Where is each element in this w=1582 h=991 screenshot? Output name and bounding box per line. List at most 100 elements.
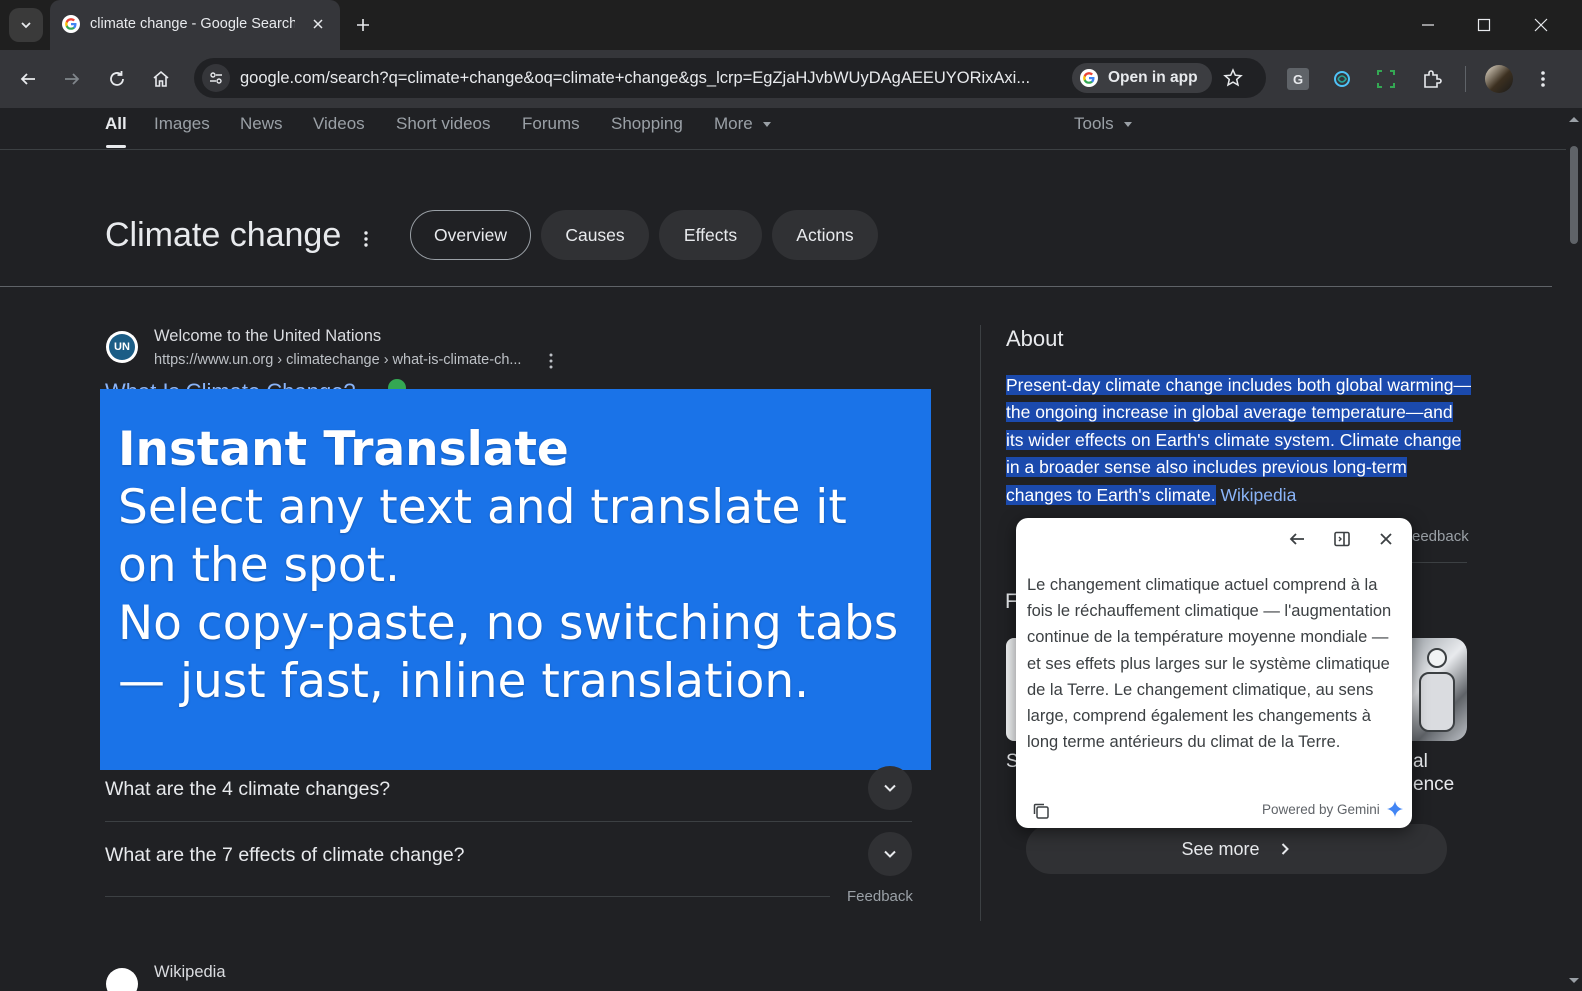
result-options-kebab-icon[interactable] (543, 351, 559, 371)
chip-causes[interactable]: Causes (541, 210, 649, 260)
extensions-puzzle-icon[interactable] (1420, 67, 1444, 91)
minimize-button[interactable] (1413, 10, 1443, 40)
reload-button[interactable] (101, 63, 133, 95)
popup-back-button[interactable] (1282, 524, 1312, 554)
chevron-right-icon (1281, 843, 1289, 855)
side-panel-icon (1334, 531, 1350, 547)
grammar-extension-icon[interactable]: G (1287, 68, 1309, 90)
about-feedback-link[interactable]: eedback (1412, 528, 1469, 545)
translation-popup: Le changement climatique actuel comprend… (1016, 518, 1412, 828)
search-results-page: All Images News Videos Short videos Foru… (0, 108, 1566, 991)
close-icon (1380, 533, 1392, 545)
selected-text-line: the ongoing increase in global average t… (1006, 402, 1453, 423)
home-button[interactable] (145, 63, 177, 95)
home-icon (153, 70, 169, 87)
faq-question[interactable]: What are the 4 climate changes? (105, 778, 390, 801)
tab-more[interactable]: More (714, 114, 772, 134)
next-result-site-name[interactable]: Wikipedia (154, 963, 226, 982)
about-heading: About (1006, 326, 1064, 351)
profile-avatar[interactable] (1485, 65, 1513, 93)
reload-icon (110, 71, 124, 86)
selected-text-line: Present-day climate change includes both… (1006, 375, 1471, 395)
translated-text: Le changement climatique actuel comprend… (1027, 576, 1392, 752)
tab-all[interactable]: All (105, 114, 127, 134)
topic-title: Climate change (105, 216, 342, 254)
close-tab-icon[interactable] (308, 14, 328, 34)
chevron-down-icon (884, 850, 896, 858)
faq-expand-button[interactable] (868, 766, 912, 810)
active-tab-underline (106, 145, 126, 148)
tab-shopping[interactable]: Shopping (611, 114, 683, 134)
tab-strip: climate change - Google Search (0, 0, 1582, 50)
copy-icon (1033, 803, 1049, 819)
faq-feedback-link[interactable]: Feedback (847, 888, 913, 905)
arrow-left-icon (20, 73, 35, 85)
about-divider (1412, 562, 1467, 563)
tab-short-videos[interactable]: Short videos (396, 114, 491, 134)
address-bar[interactable]: google.com/search?q=climate+change&oq=cl… (194, 58, 1266, 98)
wikipedia-favicon (106, 968, 138, 991)
column-divider (980, 325, 981, 921)
site-info-icon[interactable] (202, 64, 230, 92)
un-logo-text: UN (109, 334, 135, 360)
maximize-icon (1477, 18, 1491, 32)
open-in-app-label: Open in app (1108, 69, 1198, 86)
arrow-right-icon (65, 73, 80, 85)
google-favicon-icon (62, 15, 80, 33)
gemini-sparkle-icon (1386, 800, 1404, 818)
topic-options-kebab-icon[interactable] (358, 228, 374, 250)
popup-close-button[interactable] (1371, 524, 1401, 554)
scroll-down-arrow-icon[interactable] (1566, 974, 1582, 988)
forward-button[interactable] (56, 63, 88, 95)
faq-divider (105, 896, 830, 897)
un-favicon: UN (106, 331, 138, 363)
scroll-thumb[interactable] (1570, 146, 1578, 244)
result-url[interactable]: https://www.un.org › climatechange › wha… (154, 352, 521, 368)
selected-text-line: changes to Earth's climate. (1006, 484, 1216, 505)
faq-question[interactable]: What are the 7 effects of climate change… (105, 844, 465, 867)
back-button[interactable] (12, 63, 44, 95)
new-tab-button[interactable] (352, 14, 374, 36)
faq-expand-button[interactable] (868, 832, 912, 876)
chip-overview[interactable]: Overview (410, 210, 531, 260)
translate-extension-icon[interactable] (1331, 68, 1353, 90)
scroll-up-arrow-icon[interactable] (1566, 112, 1582, 126)
wikipedia-source-link[interactable]: Wikipedia (1220, 485, 1296, 505)
selected-text-line: its wider effects on Earth's climate sys… (1006, 429, 1462, 450)
powered-by-label: Powered by Gemini (1262, 802, 1380, 817)
close-window-button[interactable] (1526, 10, 1556, 40)
tab-title: climate change - Google Search (90, 16, 295, 32)
toolbar-divider (1465, 66, 1466, 92)
page-scrollbar[interactable] (1566, 108, 1582, 991)
robot-head-image (1427, 648, 1447, 668)
promo-body: Select any text and translate it on the … (118, 480, 899, 709)
popup-side-panel-button[interactable] (1327, 524, 1357, 554)
tab-news[interactable]: News (240, 114, 283, 134)
bookmark-star-icon[interactable] (1222, 67, 1244, 89)
see-more-button[interactable]: See more (1026, 824, 1447, 874)
related-card-label-fragment: al (1413, 751, 1428, 772)
active-tab[interactable]: climate change - Google Search (50, 0, 340, 50)
close-icon (1534, 18, 1548, 32)
tools-button[interactable]: Tools (1074, 114, 1133, 134)
open-in-app-button[interactable]: Open in app (1072, 63, 1212, 93)
tab-videos[interactable]: Videos (313, 114, 365, 134)
tab-more-label: More (714, 114, 753, 133)
tab-forums[interactable]: Forums (522, 114, 580, 134)
tab-images[interactable]: Images (154, 114, 210, 134)
browser-toolbar: google.com/search?q=climate+change&oq=cl… (0, 50, 1582, 108)
topic-divider (0, 286, 1552, 287)
screenshot-extension-icon[interactable] (1375, 68, 1397, 90)
related-card-thumbnail[interactable] (1405, 638, 1467, 741)
tab-search-button[interactable] (9, 8, 43, 42)
arrow-left-icon (1289, 533, 1304, 545)
chip-effects[interactable]: Effects (659, 210, 762, 260)
copy-translation-button[interactable] (1028, 798, 1054, 824)
menu-kebab-icon[interactable] (1533, 67, 1553, 91)
tools-label: Tools (1074, 114, 1114, 133)
instant-translate-promo-banner: Instant Translate Select any text and tr… (100, 389, 931, 770)
result-site-name[interactable]: Welcome to the United Nations (154, 327, 381, 346)
chevron-down-icon (884, 784, 896, 792)
chip-actions[interactable]: Actions (772, 210, 878, 260)
maximize-button[interactable] (1469, 10, 1499, 40)
